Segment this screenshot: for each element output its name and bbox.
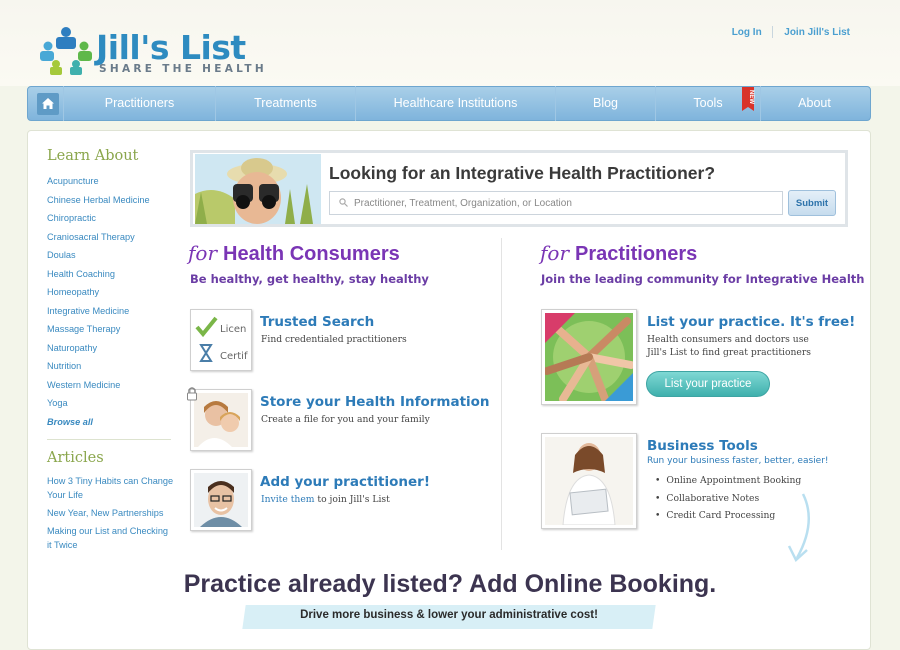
new-badge: NEW bbox=[742, 87, 754, 111]
main-nav: Practitioners Treatments Healthcare Inst… bbox=[27, 86, 871, 121]
sidebar-item-western-medicine[interactable]: Western Medicine bbox=[47, 376, 175, 395]
search-input[interactable] bbox=[329, 191, 783, 215]
login-link[interactable]: Log In bbox=[732, 27, 762, 38]
thumb-word-certificate: Certif bbox=[220, 351, 248, 362]
store-health-info-link[interactable]: Store your Health Information bbox=[260, 394, 490, 410]
sidebar-item-health-coaching[interactable]: Health Coaching bbox=[47, 265, 175, 284]
invite-desc-rest: to join Jill's List bbox=[314, 494, 390, 505]
search-icon bbox=[339, 198, 348, 207]
sidebar-item-doulas[interactable]: Doulas bbox=[47, 246, 175, 265]
sidebar-item-naturopathy[interactable]: Naturopathy bbox=[47, 339, 175, 358]
nav-blog[interactable]: Blog bbox=[555, 86, 655, 121]
man-photo bbox=[194, 473, 248, 527]
trusted-search-desc: Find credentialed practitioners bbox=[261, 334, 407, 345]
lock-icon bbox=[187, 387, 197, 401]
invite-them-link[interactable]: Invite them bbox=[261, 494, 314, 505]
sidebar-item-chinese-herbal-medicine[interactable]: Chinese Herbal Medicine bbox=[47, 191, 175, 210]
list-item: Online Appointment Booking bbox=[655, 472, 801, 490]
sidebar: Learn About Acupuncture Chinese Herbal M… bbox=[47, 148, 175, 556]
family-photo bbox=[194, 393, 248, 447]
sidebar-item-craniosacral-therapy[interactable]: Craniosacral Therapy bbox=[47, 228, 175, 247]
home-button[interactable] bbox=[37, 92, 59, 115]
logo-wordmark: Jill's List bbox=[96, 28, 246, 67]
add-practitioner-desc: Invite them to join Jill's List bbox=[261, 493, 390, 506]
practitioners-title: Practitioners bbox=[575, 243, 698, 265]
list-item: Collaborative Notes bbox=[655, 490, 801, 508]
search-submit-button[interactable]: Submit bbox=[788, 190, 836, 216]
practitioners-subtitle: Join the leading community for Integrati… bbox=[541, 272, 865, 286]
sidebar-item-massage-therapy[interactable]: Massage Therapy bbox=[47, 320, 175, 339]
list-item: Credit Card Processing bbox=[655, 507, 801, 525]
practitioner-search-box: Looking for an Integrative Health Practi… bbox=[190, 150, 848, 227]
business-tools-heading[interactable]: Business Tools bbox=[647, 438, 758, 454]
business-tools-subtitle: Run your business faster, better, easier… bbox=[647, 456, 829, 466]
consumers-subtitle: Be healthy, get healthy, stay healthy bbox=[190, 272, 429, 286]
add-practitioner-link[interactable]: Add your practitioner! bbox=[260, 474, 430, 490]
woman-laptop-photo bbox=[545, 437, 633, 525]
nav-tools[interactable]: Tools NEW bbox=[655, 86, 760, 121]
logo-tagline: SHARE THE HEALTH bbox=[99, 63, 267, 75]
article-link[interactable]: Making our List and Checking it Twice bbox=[47, 524, 175, 552]
search-title: Looking for an Integrative Health Practi… bbox=[329, 163, 716, 183]
logo-people-icon bbox=[40, 27, 92, 75]
practitioners-heading: for Practitioners bbox=[540, 241, 697, 266]
list-practice-heading[interactable]: List your practice. It's free! bbox=[647, 314, 855, 330]
account-links: Log In Join Jill's List bbox=[732, 26, 850, 38]
nav-tools-label: Tools bbox=[693, 96, 723, 110]
business-tools-list: Online Appointment Booking Collaborative… bbox=[655, 472, 801, 525]
sidebar-item-chiropractic[interactable]: Chiropractic bbox=[47, 209, 175, 228]
nav-practitioners[interactable]: Practitioners bbox=[63, 86, 215, 121]
column-divider bbox=[501, 238, 502, 550]
nav-treatments[interactable]: Treatments bbox=[215, 86, 355, 121]
browse-all-link[interactable]: Browse all bbox=[47, 413, 175, 432]
business-thumb bbox=[541, 433, 637, 529]
practitioners-for: for bbox=[540, 241, 570, 265]
hands-together-photo bbox=[545, 313, 633, 401]
site-logo[interactable]: Jill's List SHARE THE HEALTH bbox=[38, 24, 268, 80]
trusted-search-link[interactable]: Trusted Search bbox=[260, 314, 374, 330]
nav-about[interactable]: About bbox=[760, 86, 868, 121]
consumers-title: Health Consumers bbox=[223, 243, 400, 265]
article-link[interactable]: New Year, New Partnerships bbox=[47, 506, 175, 520]
promo-subtitle: Drive more business & lower your adminis… bbox=[300, 609, 598, 621]
credentials-thumb: Licen Certif bbox=[190, 309, 252, 371]
sidebar-item-yoga[interactable]: Yoga bbox=[47, 394, 175, 413]
family-thumb bbox=[190, 389, 252, 451]
promo-title: Practice already listed? Add Online Book… bbox=[183, 570, 717, 598]
practitioner-thumb bbox=[190, 469, 252, 531]
articles-heading: Articles bbox=[47, 450, 104, 466]
list-practice-button[interactable]: List your practice bbox=[646, 371, 770, 397]
list-practice-desc: Health consumers and doctors use Jill's … bbox=[647, 334, 811, 358]
sidebar-item-homeopathy[interactable]: Homeopathy bbox=[47, 283, 175, 302]
sidebar-item-nutrition[interactable]: Nutrition bbox=[47, 357, 175, 376]
curved-arrow-icon bbox=[787, 493, 810, 563]
consumers-heading: for Health Consumers bbox=[188, 241, 400, 266]
store-health-info-desc: Create a file for you and your family bbox=[261, 414, 430, 425]
consumers-for: for bbox=[188, 241, 218, 265]
binoculars-photo bbox=[195, 154, 321, 224]
nav-healthcare-institutions[interactable]: Healthcare Institutions bbox=[355, 86, 555, 121]
learn-about-heading: Learn About bbox=[47, 148, 139, 164]
thumb-word-license: Licen bbox=[220, 324, 246, 335]
link-divider bbox=[772, 26, 774, 38]
sidebar-item-integrative-medicine[interactable]: Integrative Medicine bbox=[47, 302, 175, 321]
article-link[interactable]: How 3 Tiny Habits can Change Your Life bbox=[47, 474, 175, 502]
hands-thumb bbox=[541, 309, 637, 405]
sidebar-divider bbox=[47, 439, 171, 440]
home-icon bbox=[42, 98, 54, 109]
join-link[interactable]: Join Jill's List bbox=[784, 27, 850, 38]
sidebar-item-acupuncture[interactable]: Acupuncture bbox=[47, 172, 175, 191]
checkmark-hourglass-icon: Licen Certif bbox=[195, 316, 248, 362]
